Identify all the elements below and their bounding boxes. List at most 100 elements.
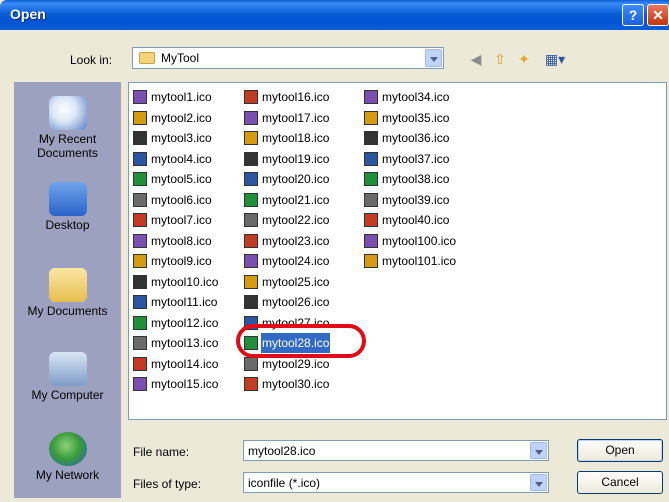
ico-file-icon: [364, 90, 378, 104]
new-folder-button[interactable]: ✦: [514, 49, 534, 69]
up-folder-icon: ⇧: [494, 51, 506, 67]
ico-file-icon: [244, 90, 258, 104]
views-menu-icon: ▦▾: [544, 51, 566, 67]
file-name: mytool101.ico: [382, 254, 457, 268]
file-type-dropdown-button[interactable]: [530, 474, 547, 491]
file-type-combo[interactable]: iconfile (*.ico): [243, 472, 549, 493]
place-label: My Recent Documents: [37, 132, 98, 160]
ico-file-icon: [133, 295, 147, 309]
file-name: mytool15.ico: [151, 377, 219, 391]
place-my-recent-documents[interactable]: My Recent Documents: [14, 96, 121, 160]
place-my-network[interactable]: My Network: [14, 432, 121, 482]
file-name: mytool19.ico: [262, 151, 330, 166]
ico-file-icon: [244, 192, 258, 207]
title-bar[interactable]: Open ? ✕: [0, 0, 669, 30]
file-name: mytool1.ico: [151, 90, 212, 104]
file-name: mytool21.ico: [262, 192, 330, 207]
file-name: mytool17.ico: [262, 110, 330, 125]
highlight-ring: [236, 324, 366, 358]
file-name: mytool37.ico: [382, 151, 450, 166]
ico-file-icon: [133, 110, 147, 125]
ico-file-icon: [364, 192, 378, 207]
file-type-value: iconfile (*.ico): [248, 476, 321, 490]
file-name-combo[interactable]: mytool28.ico: [243, 440, 549, 461]
ico-file-icon: [364, 151, 378, 166]
open-button[interactable]: Open: [577, 439, 663, 462]
file-name: mytool9.ico: [151, 254, 212, 268]
file-name: mytool14.ico: [151, 356, 219, 371]
place-my-computer[interactable]: My Computer: [14, 352, 121, 402]
file-name: mytool38.ico: [382, 172, 450, 186]
my-network-icon: [48, 432, 87, 466]
file-name: mytool30.ico: [262, 377, 330, 391]
new-folder-icon: ✦: [518, 51, 530, 67]
ico-file-icon: [244, 377, 258, 391]
place-my-documents[interactable]: My Documents: [14, 268, 121, 318]
desktop-icon: [48, 182, 87, 216]
file-name: mytool7.ico: [151, 213, 212, 227]
file-name: mytool34.ico: [382, 90, 450, 104]
window-title: Open: [10, 6, 46, 22]
look-in-dropdown-button[interactable]: [425, 49, 442, 67]
places-bar: My Recent Documents Desktop My Documents…: [14, 82, 121, 498]
open-dialog: Open ? ✕ Look in: MyTool ◀ ⇧ ✦ ▦▾ My Rec…: [0, 0, 669, 502]
file-name: mytool2.ico: [151, 110, 212, 125]
file-name-input[interactable]: mytool28.ico: [248, 444, 315, 458]
ico-file-icon: [133, 356, 147, 371]
look-in-label: Look in:: [70, 53, 113, 67]
ico-file-icon: [244, 213, 258, 227]
views-menu-button[interactable]: ▦▾: [540, 49, 570, 69]
ico-file-icon: [133, 274, 147, 289]
help-button[interactable]: ?: [622, 4, 644, 26]
place-label: My Documents: [27, 304, 108, 318]
ico-file-icon: [133, 151, 147, 166]
file-name: mytool6.ico: [151, 192, 212, 207]
back-arrow-icon: ◀: [470, 51, 482, 67]
ico-file-icon: [364, 254, 378, 268]
place-label: My Computer: [31, 388, 104, 402]
ico-file-icon: [244, 274, 258, 289]
place-desktop[interactable]: Desktop: [14, 182, 121, 232]
file-name: mytool23.ico: [262, 233, 330, 248]
ico-file-icon: [244, 131, 258, 145]
up-folder-button[interactable]: ⇧: [490, 49, 510, 69]
file-name: mytool18.ico: [262, 131, 330, 145]
ico-file-icon: [244, 233, 258, 248]
ico-file-icon: [244, 172, 258, 186]
file-name: mytool40.ico: [382, 213, 450, 227]
file-name: mytool39.ico: [382, 192, 450, 207]
folder-icon: [139, 52, 155, 64]
close-button[interactable]: ✕: [647, 4, 669, 26]
file-name-label: File name:: [133, 445, 190, 459]
file-name: mytool35.ico: [382, 110, 450, 125]
file-list[interactable]: mytool1.ico mytool2.ico mytool3.ico mytool4…: [128, 82, 667, 420]
ico-file-icon: [133, 90, 147, 104]
file-name: mytool100.ico: [382, 233, 457, 248]
file-name: mytool4.ico: [151, 151, 212, 166]
ico-file-icon: [133, 336, 147, 350]
ico-file-icon: [133, 315, 147, 330]
ico-file-icon: [364, 213, 378, 227]
file-name: mytool11.ico: [151, 295, 218, 309]
file-name: mytool8.ico: [151, 233, 212, 248]
ico-file-icon: [244, 254, 258, 268]
ico-file-icon: [364, 172, 378, 186]
back-button[interactable]: ◀: [466, 49, 486, 69]
look-in-combo[interactable]: MyTool: [132, 47, 444, 69]
file-name: mytool5.ico: [151, 172, 212, 186]
file-name: mytool13.ico: [151, 336, 219, 350]
my-computer-icon: [48, 352, 87, 386]
ico-file-icon: [133, 254, 147, 268]
file-name: mytool24.ico: [262, 254, 330, 268]
file-name: mytool22.ico: [262, 213, 330, 227]
cancel-button[interactable]: Cancel: [577, 471, 663, 494]
file-name: mytool25.ico: [262, 274, 330, 289]
file-name-dropdown-button[interactable]: [530, 442, 547, 459]
ico-file-icon: [133, 213, 147, 227]
ico-file-icon: [244, 151, 258, 166]
ico-file-icon: [133, 172, 147, 186]
look-in-value: MyTool: [161, 51, 200, 65]
ico-file-icon: [364, 233, 378, 248]
file-name: mytool16.ico: [262, 90, 330, 104]
place-label: Desktop: [45, 218, 90, 232]
